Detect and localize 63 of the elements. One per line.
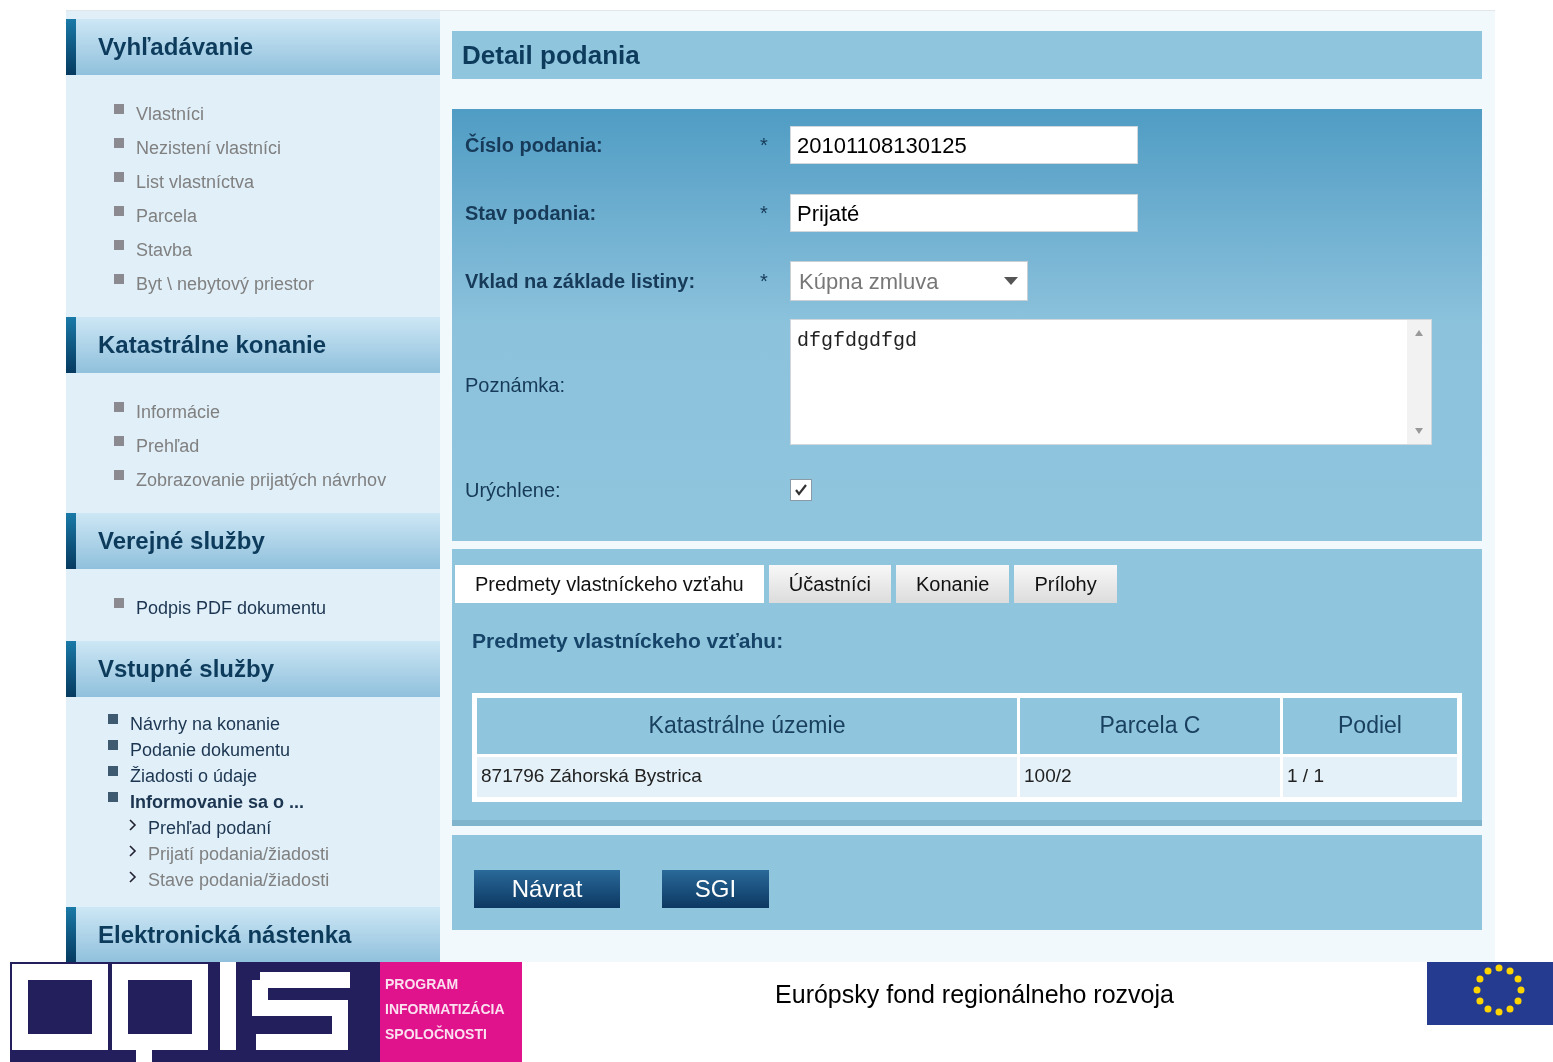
bullet-icon	[108, 714, 118, 724]
sidebar-section-header: Verejné služby	[66, 513, 440, 569]
bullet-icon	[114, 402, 124, 412]
bullet-icon	[108, 766, 118, 776]
scroll-up-icon[interactable]	[1415, 330, 1423, 336]
field-label: Číslo podania:	[465, 134, 603, 156]
field-label: Poznámka:	[465, 374, 566, 396]
bullet-icon	[114, 138, 124, 148]
sidebar-section-header: Vyhľadávanie	[66, 19, 440, 75]
sidebar-link[interactable]: Žiadosti o údaje	[130, 762, 258, 790]
chevron-icon	[128, 870, 138, 884]
program-label: PROGRAM INFORMATIZÁCIA SPOLOČNOSTI	[380, 962, 522, 1062]
sidebar-section-header: Vstupné služby	[66, 641, 440, 697]
sidebar-link[interactable]: Informovanie sa o ...	[130, 788, 305, 816]
bullet-icon	[114, 240, 124, 250]
section-heading: Predmety vlastníckeho vzťahu:	[472, 628, 785, 654]
text-field[interactable]: Prijaté	[790, 194, 1138, 232]
checkbox[interactable]	[790, 479, 812, 501]
text-field[interactable]: 20101108130125	[790, 126, 1138, 164]
table-cell: 871796 Záhorská Bystrica	[477, 756, 1017, 797]
action-button[interactable]: SGI	[662, 869, 769, 908]
sidebar-link[interactable]: Návrhy na konanie	[130, 710, 281, 738]
checkmark-icon	[793, 482, 809, 498]
sidebar-link[interactable]: Podanie dokumentu	[130, 736, 291, 764]
table-cell: 100/2	[1020, 756, 1280, 797]
required-marker: *	[760, 134, 768, 156]
column-header: Podiel	[1283, 697, 1457, 754]
bullet-icon	[114, 206, 124, 216]
chevron-icon	[128, 818, 138, 832]
sidebar-link[interactable]: Prehľad podaní	[148, 814, 272, 842]
column-header: Katastrálne územie	[477, 697, 1017, 754]
sidebar-section-header: Elektronická nástenka	[66, 907, 440, 962]
sidebar-section-header: Katastrálne konanie	[66, 317, 440, 373]
field-label: Urýchlene:	[465, 479, 561, 501]
action-button[interactable]: Návrat	[474, 869, 620, 908]
scroll-down-icon[interactable]	[1415, 428, 1423, 434]
column-header: Parcela C	[1020, 697, 1280, 754]
table-cell: 1 / 1	[1283, 756, 1457, 797]
chevron-icon	[128, 844, 138, 858]
bullet-icon	[114, 172, 124, 182]
bullet-icon	[114, 436, 124, 446]
bullet-icon	[114, 470, 124, 480]
tab[interactable]: Účastníci	[768, 565, 891, 603]
dropdown[interactable]: Kúpna zmluva	[790, 261, 1028, 301]
fund-caption: Európsky fond regionálneho rozvoja	[775, 979, 1174, 1008]
field-label: Vklad na základe listiny:	[465, 270, 696, 292]
dropdown-arrow-icon	[1003, 276, 1019, 286]
tab[interactable]: Konanie	[896, 565, 1010, 603]
required-marker: *	[760, 202, 768, 224]
bullet-icon	[114, 598, 124, 608]
field-label: Stav podania:	[465, 202, 597, 224]
tab[interactable]: Prílohy	[1014, 565, 1117, 603]
bullet-icon	[114, 104, 124, 114]
bullet-icon	[108, 792, 118, 802]
textarea-field[interactable]: dfgfdgdfgd	[790, 319, 1432, 445]
bullet-icon	[108, 740, 118, 750]
scrollbar[interactable]	[1407, 320, 1431, 444]
bullet-icon	[114, 274, 124, 284]
eu-flag-icon	[1427, 962, 1553, 1025]
sidebar-link[interactable]: Podpis PDF dokumentu	[136, 594, 327, 622]
required-marker: *	[760, 270, 768, 292]
page-title-bar: Detail podania	[452, 31, 1482, 79]
tab[interactable]: Predmety vlastníckeho vzťahu	[455, 565, 764, 603]
